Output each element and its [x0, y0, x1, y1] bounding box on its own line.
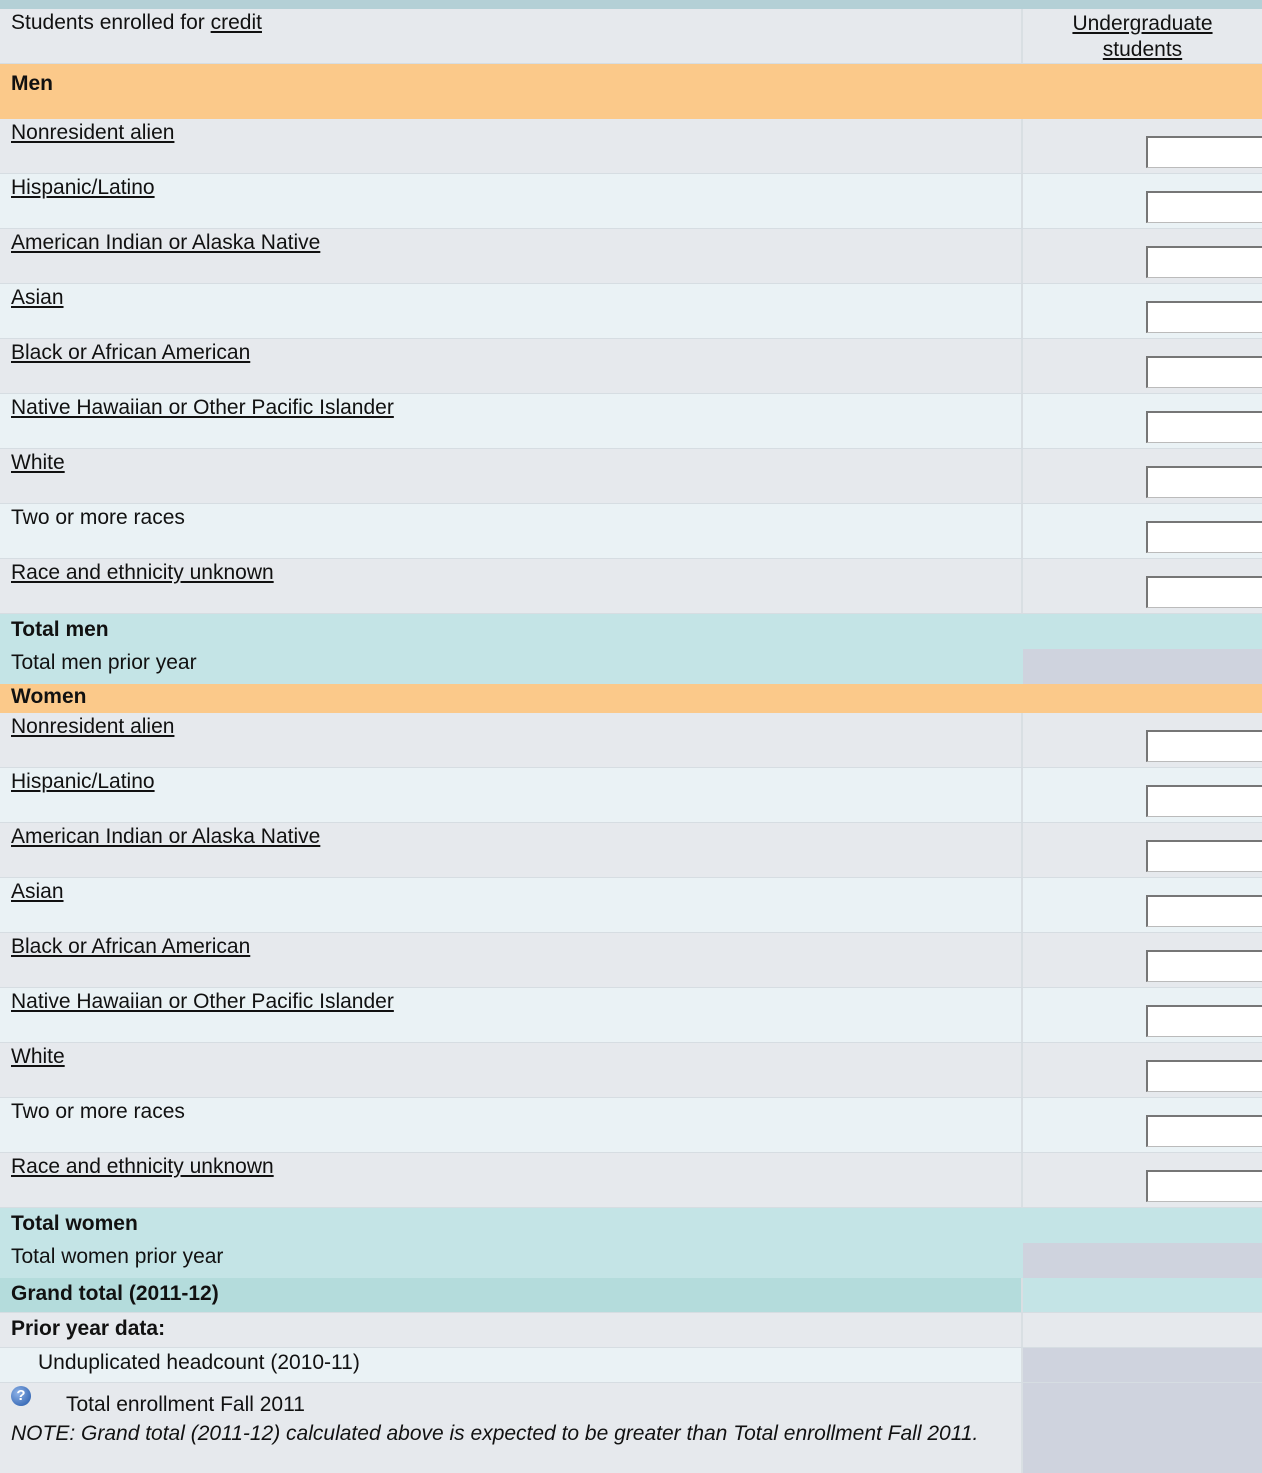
race-label: Two or more races	[11, 1100, 185, 1123]
race-label: Two or more races	[11, 506, 185, 529]
enrollment-note: NOTE: Grand total (2011-12) calculated a…	[11, 1422, 979, 1445]
grand-total-label: Grand total (2011-12)	[11, 1282, 219, 1305]
men-section: Men Nonresident alien Hispanic/Latino Ameri…	[0, 64, 1262, 684]
men-total-row: Total men	[0, 614, 1262, 649]
header-cell-undergrad: Undergraduate students	[1023, 9, 1262, 63]
women-prior-year-value	[1023, 1243, 1262, 1278]
women-total-value	[1023, 1208, 1262, 1243]
help-icon[interactable]: ?	[11, 1386, 31, 1406]
race-label-link[interactable]: Black or African American	[11, 935, 250, 959]
men-count-input[interactable]	[1146, 411, 1262, 443]
men-count-input[interactable]	[1146, 136, 1262, 168]
men-prior-year-label: Total men prior year	[11, 651, 197, 674]
men-count-input[interactable]	[1146, 466, 1262, 498]
table-row: Race and ethnicity unknown	[0, 559, 1262, 614]
men-total-label: Total men	[11, 618, 109, 641]
race-label-link[interactable]: American Indian or Alaska Native	[11, 231, 320, 255]
women-count-input[interactable]	[1146, 1115, 1262, 1147]
table-row: White	[0, 449, 1262, 504]
women-count-input[interactable]	[1146, 785, 1262, 817]
men-count-input[interactable]	[1146, 301, 1262, 333]
race-label-link[interactable]: Hispanic/Latino	[11, 176, 155, 200]
unduplicated-headcount-row: Unduplicated headcount (2010-11)	[0, 1348, 1262, 1383]
unduplicated-headcount-value	[1023, 1348, 1262, 1382]
header-cell-label: Students enrolled for credit	[0, 9, 1023, 63]
race-label-link[interactable]: White	[11, 1045, 65, 1069]
credit-link[interactable]: credit	[211, 11, 262, 34]
table-row: Nonresident alien	[0, 713, 1262, 768]
race-label-link[interactable]: Asian	[11, 286, 64, 310]
men-count-input[interactable]	[1146, 356, 1262, 388]
header-label-text: Students enrolled for	[11, 11, 211, 34]
women-count-input[interactable]	[1146, 1005, 1262, 1037]
total-enrollment-value	[1023, 1383, 1262, 1473]
total-enrollment-row: ? Total enrollment Fall 2011 NOTE: Grand…	[0, 1383, 1262, 1473]
table-row: Black or African American	[0, 933, 1262, 988]
men-section-title: Men	[11, 72, 53, 95]
race-label-link[interactable]: Race and ethnicity unknown	[11, 561, 274, 585]
race-label-link[interactable]: Nonresident alien	[11, 715, 174, 739]
table-row: Race and ethnicity unknown	[0, 1153, 1262, 1208]
undergraduate-students-link[interactable]: Undergraduate students	[1072, 12, 1212, 61]
race-label-link[interactable]: White	[11, 451, 65, 475]
women-prior-year-row: Total women prior year	[0, 1243, 1262, 1278]
women-count-input[interactable]	[1146, 730, 1262, 762]
women-count-input[interactable]	[1146, 950, 1262, 982]
men-count-input[interactable]	[1146, 246, 1262, 278]
men-header-row: Men	[0, 64, 1262, 119]
race-label-link[interactable]: Nonresident alien	[11, 121, 174, 145]
women-prior-year-label: Total women prior year	[11, 1245, 224, 1268]
men-count-input[interactable]	[1146, 521, 1262, 553]
table-row: Hispanic/Latino	[0, 768, 1262, 823]
table-row: White	[0, 1043, 1262, 1098]
men-count-input[interactable]	[1146, 576, 1262, 608]
men-count-input[interactable]	[1146, 191, 1262, 223]
men-prior-year-value	[1023, 649, 1262, 684]
top-bar	[0, 0, 1262, 9]
table-row: Black or African American	[0, 339, 1262, 394]
women-count-input[interactable]	[1146, 1170, 1262, 1202]
women-count-input[interactable]	[1146, 1060, 1262, 1092]
women-total-label: Total women	[11, 1212, 138, 1235]
table-row: Native Hawaiian or Other Pacific Islande…	[0, 394, 1262, 449]
unduplicated-headcount-label: Unduplicated headcount (2010-11)	[38, 1351, 360, 1374]
women-section: Women Nonresident alien Hispanic/Latino Ame…	[0, 684, 1262, 1278]
table-header-row: Students enrolled for credit Undergradua…	[0, 9, 1262, 64]
men-prior-year-row: Total men prior year	[0, 649, 1262, 684]
race-label-link[interactable]: Hispanic/Latino	[11, 770, 155, 794]
table-row: Native Hawaiian or Other Pacific Islande…	[0, 988, 1262, 1043]
race-label-link[interactable]: American Indian or Alaska Native	[11, 825, 320, 849]
men-total-value	[1023, 614, 1262, 649]
table-row: Hispanic/Latino	[0, 174, 1262, 229]
women-header-row: Women	[0, 684, 1262, 713]
prior-year-header-row: Prior year data:	[0, 1313, 1262, 1348]
women-section-title: Women	[11, 685, 87, 708]
grand-total-row: Grand total (2011-12)	[0, 1278, 1262, 1313]
grand-total-value	[1023, 1278, 1262, 1312]
table-row: American Indian or Alaska Native	[0, 823, 1262, 878]
women-total-row: Total women	[0, 1208, 1262, 1243]
table-row: American Indian or Alaska Native	[0, 229, 1262, 284]
race-label-link[interactable]: Race and ethnicity unknown	[11, 1155, 274, 1179]
table-row: Asian	[0, 284, 1262, 339]
table-row: Two or more races	[0, 1098, 1262, 1153]
table-row: Two or more races	[0, 504, 1262, 559]
race-label-link[interactable]: Native Hawaiian or Other Pacific Islande…	[11, 396, 394, 420]
table-row: Nonresident alien	[0, 119, 1262, 174]
race-label-link[interactable]: Native Hawaiian or Other Pacific Islande…	[11, 990, 394, 1014]
women-count-input[interactable]	[1146, 895, 1262, 927]
enrollment-table: Students enrolled for credit Undergradua…	[0, 9, 1262, 1473]
women-count-input[interactable]	[1146, 840, 1262, 872]
prior-year-title: Prior year data:	[11, 1317, 166, 1340]
total-enrollment-label: Total enrollment Fall 2011	[66, 1393, 305, 1416]
race-label-link[interactable]: Asian	[11, 880, 64, 904]
table-row: Asian	[0, 878, 1262, 933]
race-label-link[interactable]: Black or African American	[11, 341, 250, 365]
